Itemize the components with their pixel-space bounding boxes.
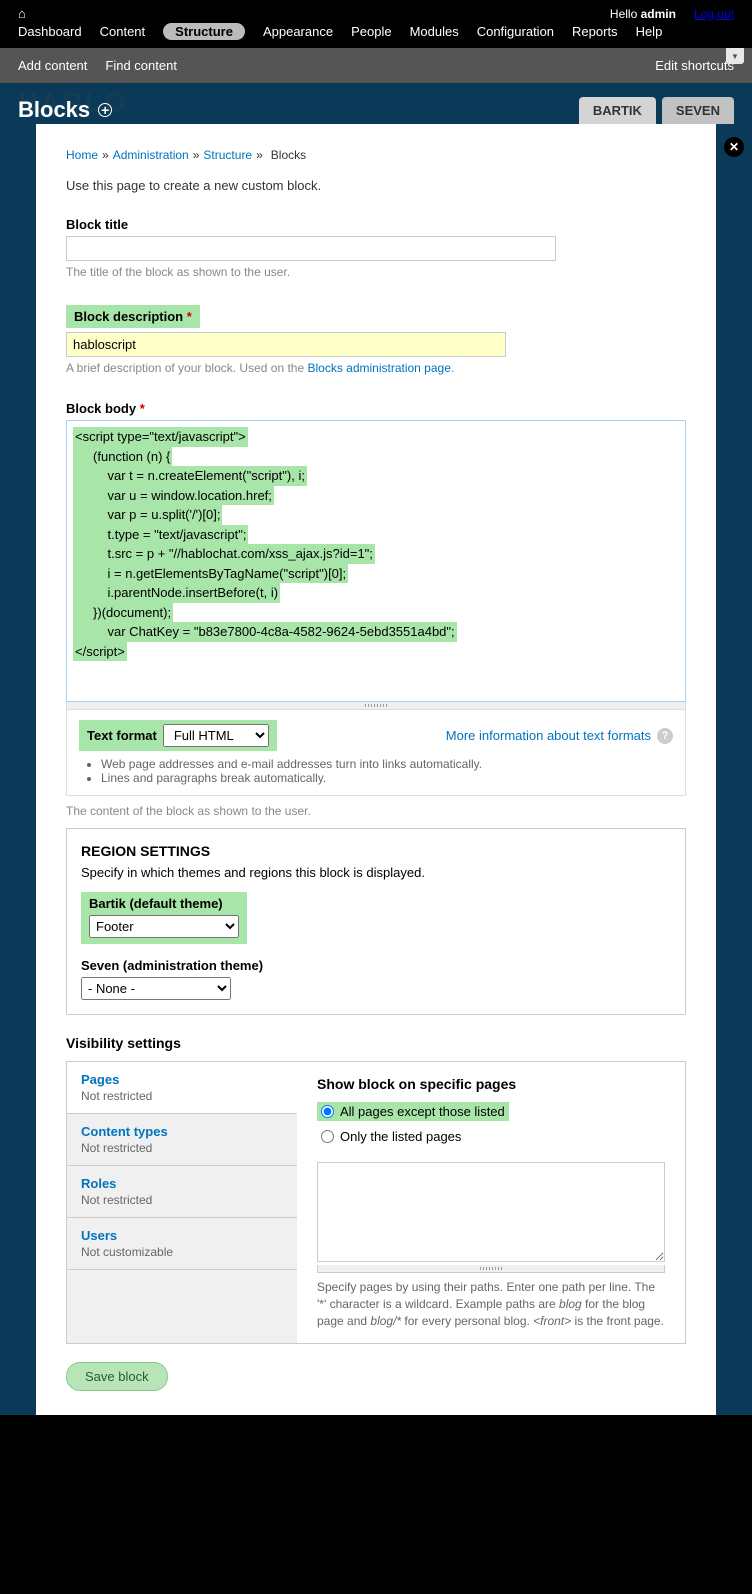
menu-content[interactable]: Content — [100, 24, 146, 39]
page-title: Blocks + — [18, 97, 112, 123]
visibility-panel-heading: Show block on specific pages — [317, 1076, 665, 1092]
block-body-help: The content of the block as shown to the… — [66, 804, 686, 818]
menu-modules[interactable]: Modules — [410, 24, 459, 39]
visibility-pages-textarea[interactable] — [317, 1162, 665, 1262]
menu-dashboard[interactable]: Dashboard — [18, 24, 82, 39]
vis-tab-pages[interactable]: PagesNot restricted — [67, 1062, 297, 1114]
region-settings-fieldset: REGION SETTINGS Specify in which themes … — [66, 828, 686, 1015]
text-format-box: Text format Full HTML More information a… — [66, 710, 686, 796]
menu-appearance[interactable]: Appearance — [263, 24, 333, 39]
seven-region-select[interactable]: - None - — [81, 977, 231, 1000]
block-title-input[interactable] — [66, 236, 556, 261]
crumb-administration[interactable]: Administration — [113, 148, 189, 162]
vis-tab-roles[interactable]: RolesNot restricted — [67, 1166, 297, 1218]
menu-configuration[interactable]: Configuration — [477, 24, 554, 39]
tab-seven[interactable]: SEVEN — [662, 97, 734, 124]
block-description-help: A brief description of your block. Used … — [66, 361, 686, 375]
text-format-select[interactable]: Full HTML — [163, 724, 269, 747]
block-description-input[interactable] — [66, 332, 506, 357]
block-title-label: Block title — [66, 217, 686, 232]
vis-tab-users[interactable]: UsersNot customizable — [67, 1218, 297, 1270]
save-block-button[interactable]: Save block — [66, 1362, 168, 1391]
admin-topbar: ⌂ Hello admin Log out Dashboard Content St… — [0, 0, 752, 48]
format-tip-2: Lines and paragraphs break automatically… — [101, 771, 673, 785]
shortcut-add-content[interactable]: Add content — [18, 58, 87, 73]
crumb-structure[interactable]: Structure — [203, 148, 252, 162]
menu-reports[interactable]: Reports — [572, 24, 618, 39]
seven-region-label: Seven (administration theme) — [81, 958, 671, 973]
toolbar-toggle-icon[interactable]: ▼ — [726, 48, 744, 64]
logout-link[interactable]: Log out — [694, 7, 734, 21]
block-body-textarea[interactable]: <script type="text/javascript"> (functio… — [66, 420, 686, 702]
intro-text: Use this page to create a new custom blo… — [66, 178, 686, 193]
blocks-admin-link[interactable]: Blocks administration page — [307, 361, 450, 375]
block-body-label: Block body * — [66, 401, 686, 416]
menu-people[interactable]: People — [351, 24, 391, 39]
region-settings-heading: REGION SETTINGS — [81, 843, 671, 859]
crumb-home[interactable]: Home — [66, 148, 98, 162]
radio-all-except-input[interactable] — [321, 1105, 334, 1118]
page-header: HABLO Blocks + BARTIK SEVEN ✕ Home»Admin… — [0, 83, 752, 1415]
radio-all-except[interactable]: All pages except those listed — [317, 1102, 509, 1121]
visibility-resize-handle[interactable] — [317, 1265, 665, 1273]
menu-help[interactable]: Help — [636, 24, 663, 39]
block-description-label: Block description * — [66, 305, 200, 328]
shortcut-bar: Add content Find content Edit shortcuts — [0, 48, 752, 83]
visibility-box: PagesNot restrictedContent typesNot rest… — [66, 1061, 686, 1344]
radio-only-listed-input[interactable] — [321, 1130, 334, 1143]
text-format-more-link[interactable]: More information about text formats — [446, 728, 651, 743]
region-settings-desc: Specify in which themes and regions this… — [81, 865, 671, 880]
textarea-resize-handle[interactable] — [66, 702, 686, 710]
edit-shortcuts-link[interactable]: Edit shortcuts — [655, 58, 734, 73]
hello-user: Hello admin — [610, 7, 676, 21]
help-icon[interactable]: ? — [657, 728, 673, 744]
radio-only-listed[interactable]: Only the listed pages — [317, 1127, 665, 1146]
breadcrumb: Home»Administration»Structure»Blocks — [66, 148, 686, 162]
text-format-label: Text format — [87, 728, 157, 743]
crumb-blocks: Blocks — [271, 148, 306, 162]
bartik-region-select[interactable]: Footer — [89, 915, 239, 938]
visibility-heading: Visibility settings — [66, 1035, 686, 1051]
visibility-help: Specify pages by using their paths. Ente… — [317, 1279, 665, 1329]
home-icon[interactable]: ⌂ — [18, 6, 26, 21]
add-shortcut-icon[interactable]: + — [98, 103, 112, 117]
bartik-region-label: Bartik (default theme) — [89, 896, 239, 911]
content-panel: Home»Administration»Structure»Blocks Use… — [36, 124, 716, 1415]
vis-tab-content-types[interactable]: Content typesNot restricted — [67, 1114, 297, 1166]
shortcut-find-content[interactable]: Find content — [105, 58, 177, 73]
menu-structure[interactable]: Structure — [163, 23, 245, 40]
block-title-help: The title of the block as shown to the u… — [66, 265, 686, 279]
format-tip-1: Web page addresses and e-mail addresses … — [101, 757, 673, 771]
close-overlay-icon[interactable]: ✕ — [724, 137, 744, 157]
tab-bartik[interactable]: BARTIK — [579, 97, 656, 124]
admin-menu: Dashboard Content Structure Appearance Peopl… — [18, 23, 734, 48]
